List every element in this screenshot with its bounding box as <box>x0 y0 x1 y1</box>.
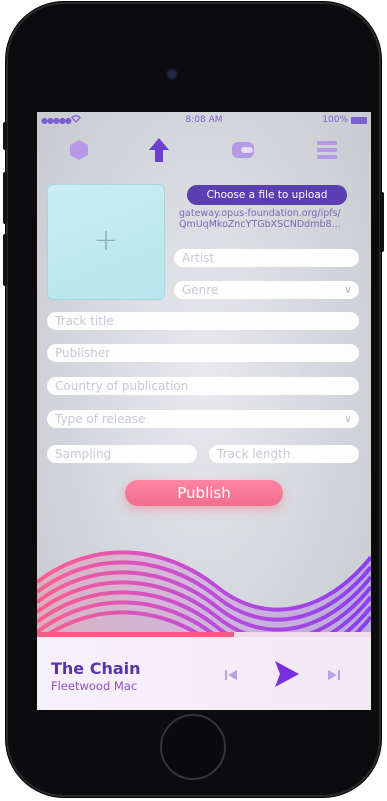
choose-file-button[interactable]: Choose a file to upload <box>187 185 347 205</box>
hamburger-menu-icon[interactable] <box>313 136 341 164</box>
wave-decoration <box>37 550 371 632</box>
next-track-icon[interactable] <box>324 665 344 685</box>
battery: 100% <box>322 115 367 125</box>
ipfs-line-2: QmUqMkoZncYTGbXSCNDdmb8... <box>179 219 341 230</box>
upload-arrow-icon[interactable] <box>145 136 173 164</box>
track-length-input[interactable]: Track length <box>209 445 359 463</box>
publisher-input[interactable]: Publisher <box>47 344 359 362</box>
country-input[interactable]: Country of publication <box>47 377 359 395</box>
volume-up-button <box>3 172 7 224</box>
sampling-input[interactable]: Sampling <box>47 445 197 463</box>
genre-label: Genre <box>182 283 219 297</box>
mute-switch <box>3 122 7 150</box>
status-time: 8:08 AM <box>185 115 223 125</box>
volume-down-button <box>3 234 7 286</box>
release-type-select[interactable]: Type of release ∨ <box>47 410 359 428</box>
home-button[interactable] <box>160 714 226 780</box>
play-icon[interactable] <box>269 657 303 691</box>
front-camera <box>168 70 176 78</box>
song-artist: Fleetwood Mac <box>51 679 138 693</box>
chevron-down-icon: ∨ <box>343 412 352 425</box>
mini-player: The Chain Fleetwood Mac <box>37 637 371 710</box>
battery-icon <box>351 116 367 124</box>
phone-frame: ●●●●● 8:08 AM 100% + Choose a file to up… <box>3 2 384 797</box>
plus-icon: + <box>93 223 119 258</box>
power-button <box>380 192 384 252</box>
previous-track-icon[interactable] <box>221 665 241 685</box>
ipfs-link[interactable]: gateway.opus-foundation.org/ipfs/ QmUqMk… <box>179 208 359 230</box>
app-screen: ●●●●● 8:08 AM 100% + Choose a file to up… <box>37 112 371 710</box>
artist-input[interactable]: Artist <box>174 249 359 267</box>
cover-upload-box[interactable]: + <box>47 184 165 300</box>
song-title: The Chain <box>51 659 141 678</box>
top-nav <box>37 132 371 168</box>
ipfs-line-1: gateway.opus-foundation.org/ipfs/ <box>179 208 341 219</box>
chevron-down-icon: ∨ <box>343 283 352 296</box>
wallet-icon[interactable] <box>229 136 257 164</box>
status-bar: ●●●●● 8:08 AM 100% <box>37 112 371 130</box>
battery-percent: 100% <box>322 115 348 125</box>
genre-select[interactable]: Genre ∨ <box>174 281 359 299</box>
publish-button[interactable]: Publish <box>125 480 283 506</box>
track-title-input[interactable]: Track title <box>47 312 359 330</box>
hexagon-icon[interactable] <box>65 136 93 164</box>
release-type-label: Type of release <box>55 412 146 426</box>
